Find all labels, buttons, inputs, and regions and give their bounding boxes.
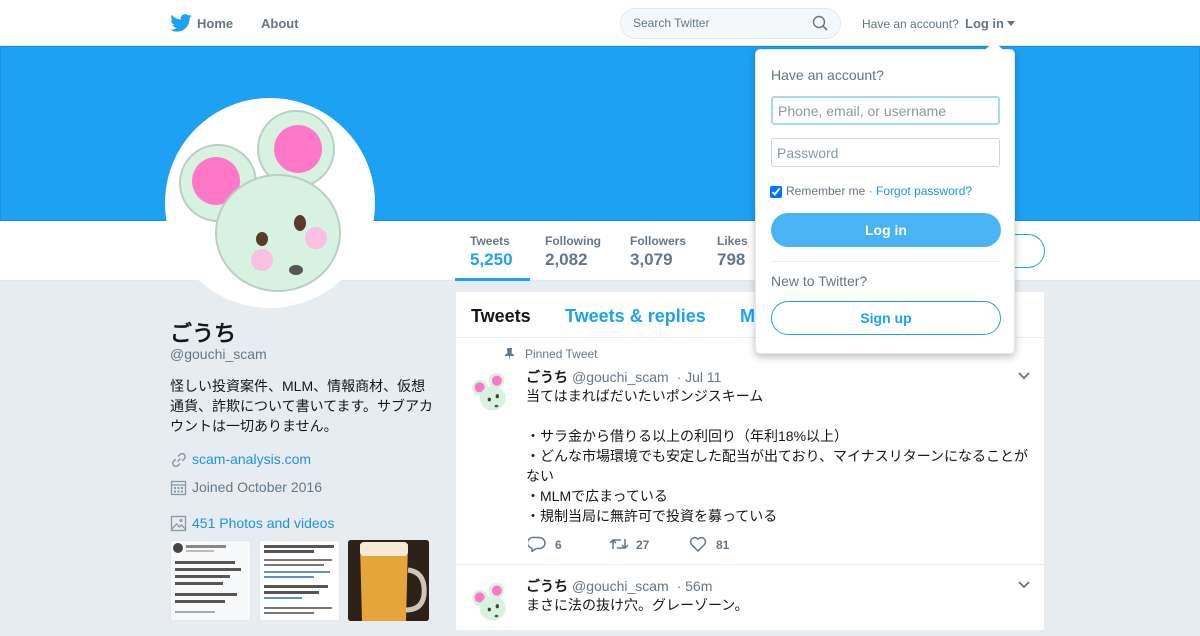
twitter-bird-icon[interactable] xyxy=(170,14,192,32)
stat-likes[interactable]: Likes 798 xyxy=(717,234,748,270)
password-field[interactable] xyxy=(771,138,1000,167)
pinned-tweet-label: Pinned Tweet xyxy=(525,347,598,361)
tweet-avatar[interactable] xyxy=(470,371,512,413)
tweet-author-name[interactable]: ごうち xyxy=(526,369,568,385)
tweet-text: まさに法の抜け穴。グレーゾーン。 xyxy=(526,597,749,613)
forgot-password-link[interactable]: Forgot password? xyxy=(876,184,972,198)
pin-icon xyxy=(505,348,514,361)
login-dropdown-toggle[interactable]: Log in xyxy=(965,16,1004,31)
link-icon xyxy=(172,452,186,468)
chevron-down-icon[interactable] xyxy=(1018,581,1030,589)
tweet-timestamp[interactable]: · Jul 11 xyxy=(677,369,722,385)
caret-down-icon[interactable] xyxy=(1007,21,1015,26)
profile-bio: 怪しい投資案件、MLM、情報商材、仮想通貨、詐欺について書いてます。サブアカウン… xyxy=(170,378,434,434)
stat-tweets[interactable]: Tweets 5,250 xyxy=(470,234,513,270)
stat-value: 3,079 xyxy=(630,250,673,269)
reply-count: 6 xyxy=(555,538,562,552)
remember-row: Remember me · Forgot password? xyxy=(770,184,972,198)
tweet-header: ごうち @gouchi_scam · 56m xyxy=(526,576,712,596)
remember-me-label[interactable]: Remember me xyxy=(786,184,865,198)
tab-tweets[interactable]: Tweets xyxy=(471,306,531,327)
media-thumbnail[interactable] xyxy=(259,540,340,621)
retweet-icon xyxy=(609,538,629,550)
signup-button[interactable]: Sign up xyxy=(771,301,1001,335)
beer-photo-icon xyxy=(348,540,429,621)
dropdown-title: Have an account? xyxy=(771,67,884,83)
nav-about-link[interactable]: About xyxy=(261,16,299,31)
separator-dot: · xyxy=(868,184,873,198)
search-icon[interactable] xyxy=(812,15,828,31)
have-account-text: Have an account? xyxy=(862,17,959,31)
top-navigation: Home About Have an account? Log in xyxy=(0,0,1200,46)
stat-value: 5,250 xyxy=(470,250,513,269)
tab-tweets-replies[interactable]: Tweets & replies xyxy=(565,306,706,327)
tweet-author-name[interactable]: ごうち xyxy=(526,578,568,594)
username-field[interactable] xyxy=(771,96,1000,125)
tweet-author-handle[interactable]: @gouchi_scam xyxy=(572,369,669,385)
profile-name[interactable]: ごうち xyxy=(170,316,236,348)
active-stat-underline xyxy=(455,278,530,281)
tab-media[interactable]: M xyxy=(740,306,755,327)
calendar-icon xyxy=(170,480,187,496)
reply-icon xyxy=(528,536,546,552)
profile-joined-date: Joined October 2016 xyxy=(192,479,322,495)
stat-label: Tweets xyxy=(470,234,510,248)
like-count: 81 xyxy=(716,538,730,552)
stat-value: 2,082 xyxy=(545,250,588,269)
dropdown-arrow xyxy=(985,41,1003,50)
tweet-text: 当てはまればだいたいポンジスキーム ・サラ金から借りる以上の利回り（年利18%以… xyxy=(526,388,1029,524)
divider xyxy=(771,261,1000,262)
stat-value: 798 xyxy=(717,250,746,269)
tweet-header: ごうち @gouchi_scam · Jul 11 xyxy=(526,367,721,387)
screenshot-thumbnail-icon xyxy=(173,543,241,613)
tweet-timestamp[interactable]: · 56m xyxy=(677,578,713,594)
mouse-avatar-icon xyxy=(179,110,341,292)
profile-media-link[interactable]: 451 Photos and videos xyxy=(192,515,334,531)
chevron-down-icon[interactable] xyxy=(1018,372,1030,380)
tweet-author-handle[interactable]: @gouchi_scam xyxy=(572,578,669,594)
heart-icon xyxy=(689,536,707,552)
new-to-twitter-text: New to Twitter? xyxy=(771,273,868,289)
stat-label: Likes xyxy=(717,234,748,248)
stat-following[interactable]: Following 2,082 xyxy=(545,234,601,270)
search-box[interactable] xyxy=(620,8,841,39)
document-thumbnail-icon xyxy=(264,545,334,614)
remember-me-checkbox[interactable] xyxy=(770,185,782,198)
mouse-avatar-icon xyxy=(472,372,506,411)
login-button[interactable]: Log in xyxy=(771,213,1001,247)
login-dropdown: Have an account? Remember me · Forgot pa… xyxy=(755,49,1015,354)
nav-home-link[interactable]: Home xyxy=(197,16,233,31)
tweet-avatar[interactable] xyxy=(470,581,512,623)
mouse-avatar-icon xyxy=(472,582,506,621)
retweet-count: 27 xyxy=(636,538,650,552)
profile-website-link[interactable]: scam-analysis.com xyxy=(192,451,311,467)
search-input[interactable] xyxy=(633,16,803,30)
stat-label: Followers xyxy=(630,234,687,248)
stat-label: Following xyxy=(545,234,601,248)
profile-avatar[interactable] xyxy=(165,98,375,308)
media-thumbnail[interactable] xyxy=(348,540,429,621)
stat-followers[interactable]: Followers 3,079 xyxy=(630,234,686,270)
image-icon xyxy=(170,515,187,532)
tweet-item[interactable]: ごうち @gouchi_scam · 56m まさに法の抜け穴。グレーゾーン。 xyxy=(456,566,1044,636)
tweet-item[interactable]: Pinned Tweet ごうち @gouchi_scam · Jul 11 当て… xyxy=(456,339,1044,565)
profile-handle[interactable]: @gouchi_scam xyxy=(170,346,267,362)
media-thumbnail[interactable] xyxy=(170,540,251,621)
